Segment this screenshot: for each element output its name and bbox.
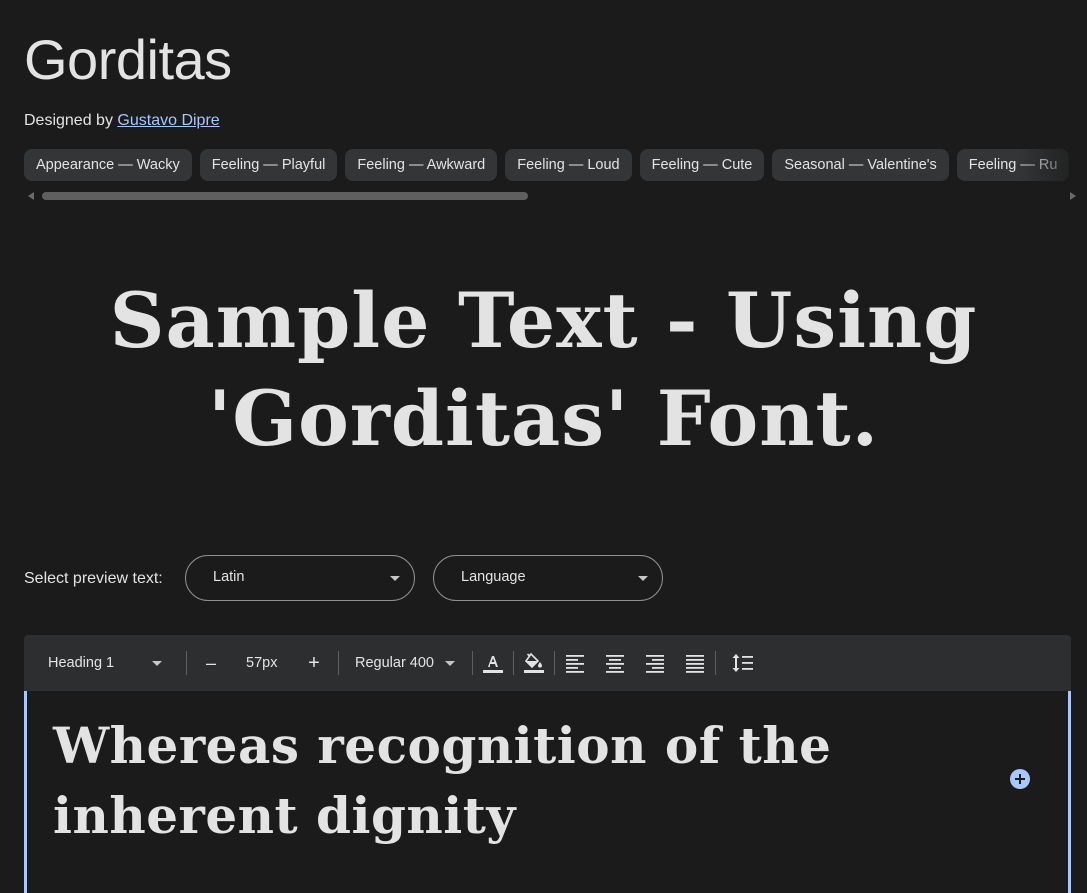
language-select-value: Language bbox=[461, 569, 526, 585]
font-weight-value: Regular 400 bbox=[355, 655, 434, 671]
font-specimen-page: Gorditas Designed by Gustavo Dipre Appea… bbox=[0, 0, 1087, 893]
chevron-down-icon bbox=[390, 576, 400, 581]
highlight-color-icon[interactable] bbox=[522, 651, 546, 675]
align-justify-icon[interactable] bbox=[683, 651, 707, 675]
scroll-thumb[interactable] bbox=[42, 192, 528, 200]
tag-chip[interactable]: Feeling — Cute bbox=[639, 149, 765, 181]
toolbar-divider bbox=[513, 651, 514, 675]
toolbar-divider bbox=[472, 651, 473, 675]
text-style-dropdown[interactable]: Heading 1 bbox=[48, 635, 166, 691]
increase-size-button[interactable]: + bbox=[306, 635, 322, 691]
scroll-left-arrow-icon[interactable] bbox=[28, 192, 34, 200]
chevron-down-icon bbox=[638, 576, 648, 581]
type-tester-editor[interactable]: Whereas recognition of the inherent dign… bbox=[24, 691, 1071, 893]
language-select[interactable]: Language bbox=[433, 555, 663, 601]
script-select[interactable]: Latin bbox=[185, 555, 415, 601]
align-center-icon[interactable] bbox=[603, 651, 627, 675]
align-right-icon[interactable] bbox=[643, 651, 667, 675]
font-size-value[interactable]: 57px bbox=[246, 635, 277, 691]
add-circle-icon[interactable] bbox=[1010, 769, 1030, 789]
toolbar-divider bbox=[715, 651, 716, 675]
designer-link[interactable]: Gustavo Dipre bbox=[117, 112, 219, 129]
type-tester: Heading 1 – 57px + Regular 400 Whereas r… bbox=[24, 635, 1071, 893]
designer-line: Designed by Gustavo Dipre bbox=[24, 110, 220, 132]
tag-chip[interactable]: Feeling — Ru bbox=[956, 149, 1070, 181]
font-title: Gorditas bbox=[24, 28, 232, 91]
type-tester-toolbar: Heading 1 – 57px + Regular 400 bbox=[24, 635, 1071, 691]
chevron-down-icon bbox=[152, 661, 162, 666]
toolbar-divider bbox=[554, 651, 555, 675]
tag-chip[interactable]: Feeling — Loud bbox=[505, 149, 632, 181]
script-select-value: Latin bbox=[213, 569, 245, 585]
scroll-right-arrow-icon[interactable] bbox=[1070, 192, 1076, 200]
preview-text-label: Select preview text: bbox=[24, 570, 163, 587]
tag-chip[interactable]: Appearance — Wacky bbox=[24, 149, 192, 181]
chevron-down-icon bbox=[445, 661, 455, 666]
line-height-icon[interactable] bbox=[731, 651, 755, 675]
text-style-value: Heading 1 bbox=[48, 655, 115, 671]
designed-by-label: Designed by bbox=[24, 112, 113, 129]
text-color-icon[interactable] bbox=[481, 651, 505, 675]
tag-scrollbar[interactable] bbox=[24, 188, 1076, 204]
toolbar-divider bbox=[186, 651, 187, 675]
editor-preview-text[interactable]: Whereas recognition of the inherent dign… bbox=[53, 711, 873, 851]
tag-chip[interactable]: Feeling — Awkward bbox=[345, 149, 498, 181]
tag-chip[interactable]: Feeling — Playful bbox=[199, 149, 338, 181]
align-left-icon[interactable] bbox=[563, 651, 587, 675]
font-weight-dropdown[interactable]: Regular 400 bbox=[355, 635, 459, 691]
tag-list: Appearance — Wacky Feeling — Playful Feeli… bbox=[24, 149, 1087, 182]
decrease-size-button[interactable]: – bbox=[204, 635, 218, 691]
tag-chip[interactable]: Seasonal — Valentine's bbox=[772, 149, 949, 181]
sample-text-preview: Sample Text - Using 'Gorditas' Font. bbox=[109, 276, 978, 463]
toolbar-divider bbox=[338, 651, 339, 675]
